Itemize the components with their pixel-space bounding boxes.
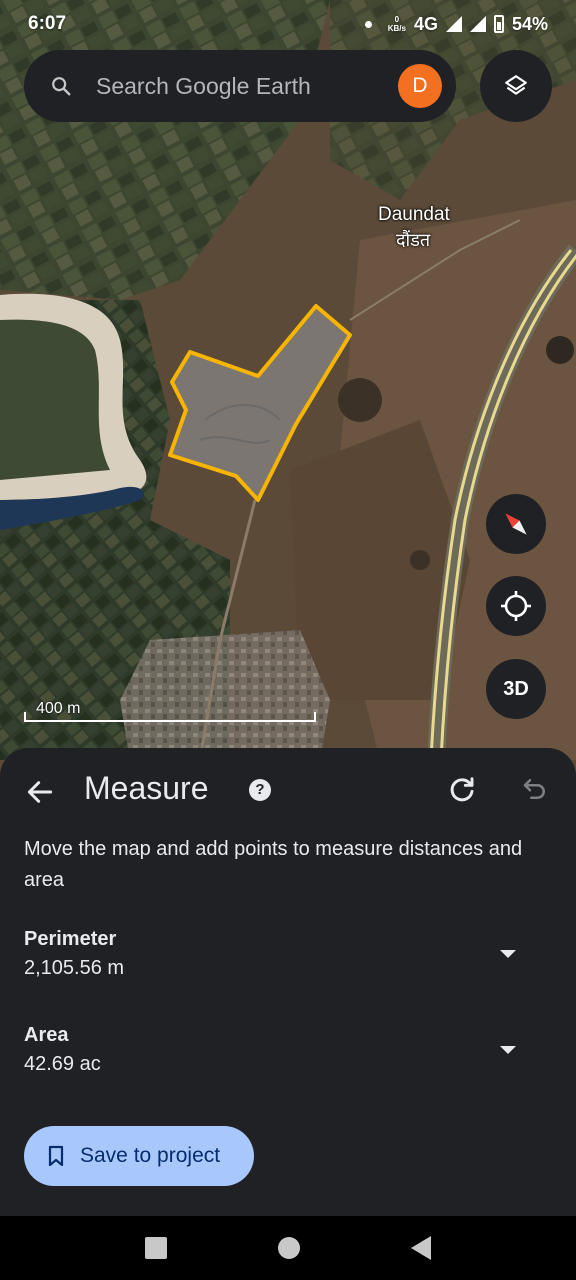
map-scale: 400 m xyxy=(24,700,316,722)
back-nav-icon[interactable] xyxy=(410,1236,431,1260)
my-location-icon xyxy=(501,591,531,621)
battery-percent: 54% xyxy=(511,13,548,34)
avatar[interactable]: D xyxy=(398,64,442,108)
battery-icon xyxy=(493,15,504,33)
layers-button[interactable] xyxy=(480,50,552,122)
recents-icon[interactable] xyxy=(145,1237,168,1259)
scale-label: 400 m xyxy=(36,700,81,717)
place-name: Daundat xyxy=(378,204,450,225)
status-bar: 6:07 0 KB/s 4G 54% xyxy=(0,0,576,48)
status-icons: 0 KB/s 4G 54% xyxy=(364,13,548,35)
notification-dot-icon xyxy=(364,20,372,28)
network-type: 4G xyxy=(413,13,438,34)
system-nav-bar xyxy=(0,1216,576,1280)
chevron-down-icon[interactable] xyxy=(500,950,516,958)
save-to-project-button[interactable]: Save to project xyxy=(24,1126,254,1186)
bookmark-icon xyxy=(48,1145,64,1167)
place-name-local: दौंडत xyxy=(396,230,431,251)
perimeter-value: 2,105.56 m xyxy=(24,957,125,979)
measure-title: Measure xyxy=(84,770,209,806)
measure-header: Measure ? xyxy=(0,768,576,816)
save-button-label: Save to project xyxy=(80,1144,221,1167)
status-time: 6:07 xyxy=(28,13,67,34)
net-speed: 0 KB/s xyxy=(388,15,406,33)
measure-panel: Measure ? Move the map and add points to… xyxy=(0,748,576,1216)
3d-toggle-button[interactable]: 3D xyxy=(486,659,546,719)
area-label: Area xyxy=(24,1024,69,1046)
compass-button[interactable] xyxy=(486,494,546,554)
search-bar[interactable]: Search Google Earth D xyxy=(24,50,456,122)
map-view[interactable]: 6:07 0 KB/s 4G 54% Search Google Earth D … xyxy=(0,0,576,780)
compass-icon xyxy=(505,513,527,535)
measure-description: Move the map and add points to measure d… xyxy=(24,838,523,891)
help-icon[interactable]: ? xyxy=(249,779,271,801)
undo-icon[interactable] xyxy=(520,774,550,804)
home-icon[interactable] xyxy=(277,1237,300,1259)
my-location-button[interactable] xyxy=(486,576,546,636)
net-speed-unit: KB/s xyxy=(387,24,406,33)
signal-icon-2 xyxy=(469,16,486,32)
arrow-back-icon[interactable] xyxy=(24,776,56,808)
perimeter-row[interactable]: Perimeter 2,105.56 m xyxy=(24,928,552,988)
place-label[interactable]: Daundat दौंडत xyxy=(378,202,450,254)
perimeter-label: Perimeter xyxy=(24,928,117,950)
area-value: 42.69 ac xyxy=(24,1053,101,1075)
area-row[interactable]: Area 42.69 ac xyxy=(24,1024,552,1084)
search-input[interactable]: Search Google Earth xyxy=(96,73,398,100)
signal-icon xyxy=(445,16,462,32)
layers-icon xyxy=(505,75,527,95)
chevron-down-icon[interactable] xyxy=(500,1046,516,1054)
search-icon xyxy=(52,77,71,96)
redo-icon[interactable] xyxy=(446,774,478,806)
net-speed-value: 0 xyxy=(394,15,400,24)
